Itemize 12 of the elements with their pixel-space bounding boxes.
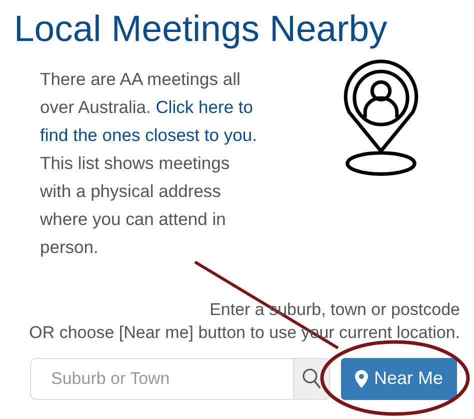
closest-meetings-link[interactable]: find the ones closest to you. — [40, 124, 257, 145]
intro-text: There are AA meetings all — [40, 68, 240, 89]
closest-meetings-link[interactable]: Click here to — [156, 96, 254, 117]
intro-text: with a physical address — [40, 180, 221, 201]
intro-text: This list shows meetings — [40, 152, 230, 173]
search-icon[interactable] — [293, 358, 330, 400]
page-title: Local Meetings Nearby — [14, 8, 388, 50]
intro-text: over Australia. — [40, 96, 151, 117]
intro-text: where you can attend in — [40, 208, 226, 229]
near-me-button[interactable]: Near Me — [341, 358, 458, 400]
map-pin-icon — [355, 370, 368, 388]
intro-text: person. — [40, 236, 98, 257]
